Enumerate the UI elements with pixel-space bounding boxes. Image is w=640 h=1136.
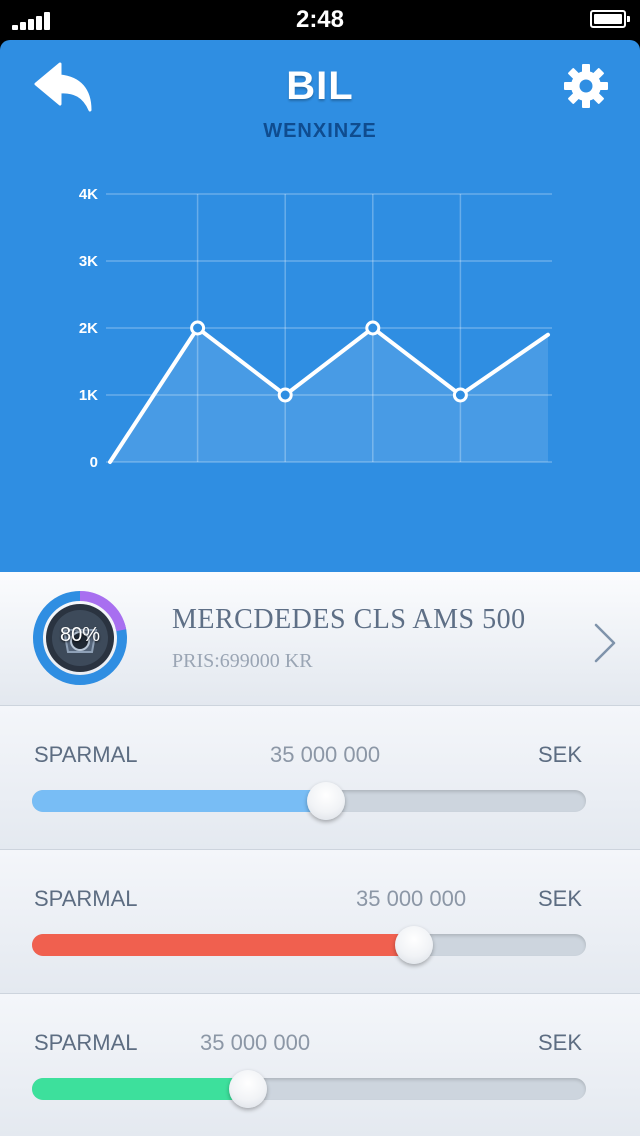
battery-icon: [590, 10, 630, 28]
car-price: PRIS:699000 KR: [172, 650, 313, 672]
slider-track[interactable]: [32, 782, 586, 820]
slider-thumb[interactable]: [395, 926, 434, 964]
progress-percent: 80%: [59, 624, 101, 646]
savings-slider-row-2: SPARMAL 35 000 000 SEK: [0, 850, 640, 994]
page-subtitle: WENXINZE: [263, 120, 377, 142]
page-title: BIL: [286, 64, 354, 108]
savings-slider-row-1: SPARMAL 35 000 000 SEK: [0, 706, 640, 850]
slider-unit: SEK: [537, 1030, 582, 1055]
chart-data-point: [452, 387, 468, 403]
slider-track[interactable]: [32, 926, 586, 964]
chevron-right-icon: [594, 623, 616, 663]
slider-thumb[interactable]: [306, 782, 345, 820]
slider-fill: [32, 1078, 249, 1100]
status-time: 2:48: [295, 6, 345, 33]
screen: 2:48 0 1K 2K 3K 4K BIL WENXINZE 80% MERC…: [0, 0, 640, 1136]
slider-amount: 35 000 000: [200, 1030, 311, 1055]
chart-data-point: [365, 320, 381, 336]
slider-unit: SEK: [537, 886, 582, 911]
slider-amount: 35 000 000: [270, 742, 381, 767]
settings-button[interactable]: [562, 62, 610, 110]
savings-slider-row-3: SPARMAL 35 000 000 SEK: [0, 994, 640, 1136]
slider-label: SPARMAL: [34, 886, 138, 911]
slider-fill: [32, 934, 415, 956]
slider-label: SPARMAL: [34, 742, 138, 767]
slider-label: SPARMAL: [34, 1030, 138, 1055]
slider-amount: 35 000 000: [356, 886, 467, 911]
slider-track[interactable]: [32, 1070, 586, 1108]
slider-unit: SEK: [537, 742, 582, 767]
chart-data-point: [277, 387, 293, 403]
status-bar: 2:48: [0, 0, 640, 40]
car-name: MERCDEDES CLS AMS 500: [172, 604, 526, 635]
chart-data-point: [190, 320, 206, 336]
y-tick-label: 4K: [79, 186, 98, 203]
slider-thumb[interactable]: [229, 1070, 268, 1108]
y-tick-label: 0: [90, 454, 98, 471]
car-list-item[interactable]: 80% MERCDEDES CLS AMS 500 PRIS:699000 KR: [0, 572, 640, 706]
y-tick-label: 3K: [79, 253, 98, 270]
chart-panel: 0 1K 2K 3K 4K BIL WENXINZE: [0, 40, 640, 572]
chart-area-fill: [110, 328, 548, 462]
y-tick-label: 2K: [79, 320, 98, 337]
y-tick-label: 1K: [79, 387, 98, 404]
gear-icon: [564, 64, 608, 108]
slider-fill: [32, 790, 326, 812]
